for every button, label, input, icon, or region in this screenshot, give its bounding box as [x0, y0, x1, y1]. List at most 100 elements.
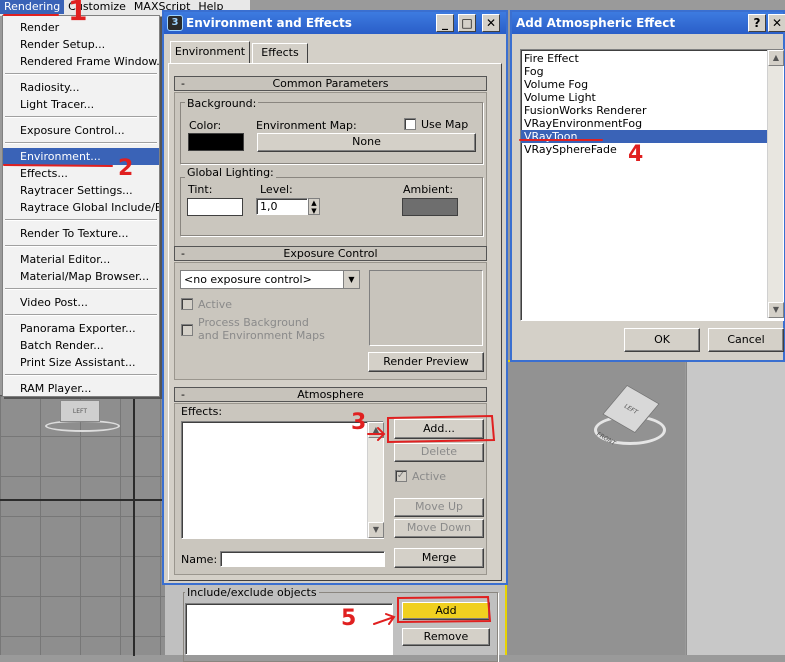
- environment-map-label: Environment Map:: [256, 119, 357, 132]
- atmos-dialog-title: Add Atmospheric Effect: [516, 16, 676, 30]
- scroll-down-icon[interactable]: ▼: [368, 522, 384, 538]
- menu-item-light-tracer[interactable]: Light Tracer...: [3, 96, 159, 113]
- environment-map-button[interactable]: None: [257, 133, 476, 152]
- menu-separator: [5, 219, 157, 221]
- menu-item-material-editor[interactable]: Material Editor...: [3, 251, 159, 268]
- menu-item-render-to-texture[interactable]: Render To Texture...: [3, 225, 159, 242]
- menu-separator: [5, 142, 157, 144]
- atmosphere-effects-list[interactable]: [181, 421, 384, 539]
- process-background-checkbox[interactable]: [181, 324, 193, 336]
- menu-separator: [5, 288, 157, 290]
- include-exclude-panel: Include/exclude objects Add Remove: [165, 585, 505, 662]
- exposure-active-checkbox[interactable]: [181, 298, 193, 310]
- ambient-color-swatch[interactable]: [402, 198, 458, 216]
- process-background-label-2: and Environment Maps: [198, 329, 325, 342]
- atmospheric-effects-list[interactable]: Fire Effect Fog Volume Fog Volume Light …: [520, 49, 784, 321]
- annotation-step-3: 3: [351, 410, 367, 435]
- list-item-selected[interactable]: VRayToon: [521, 130, 767, 143]
- menu-item-ram-player[interactable]: RAM Player...: [3, 380, 159, 397]
- close-icon[interactable]: ✕: [482, 14, 500, 32]
- minimize-icon[interactable]: _: [436, 14, 454, 32]
- env-window-title: Environment and Effects: [186, 16, 352, 30]
- effects-list-scrollbar[interactable]: ▲ ▼: [367, 422, 384, 538]
- menu-item-render-setup[interactable]: Render Setup...: [3, 36, 159, 53]
- menu-item-raytrace-global[interactable]: Raytrace Global Include/Excl: [3, 199, 159, 216]
- ok-button[interactable]: OK: [624, 328, 700, 352]
- maximize-icon[interactable]: □: [458, 14, 476, 32]
- menu-item-effects[interactable]: Effects...: [3, 165, 159, 182]
- list-item[interactable]: VRayEnvironmentFog: [521, 117, 767, 130]
- list-item[interactable]: VRaySphereFade: [521, 143, 767, 156]
- tab-effects[interactable]: Effects: [252, 43, 308, 63]
- rollout-exposure-control[interactable]: - Exposure Control: [174, 246, 487, 261]
- menu-item-rendered-frame-window[interactable]: Rendered Frame Window...: [3, 53, 159, 70]
- help-icon[interactable]: ?: [748, 14, 766, 32]
- exposure-preview-area: [369, 270, 483, 346]
- tab-environment[interactable]: Environment: [170, 41, 250, 63]
- cancel-button[interactable]: Cancel: [708, 328, 784, 352]
- menu-item-radiosity[interactable]: Radiosity...: [3, 79, 159, 96]
- rollout-common-parameters[interactable]: - Common Parameters: [174, 76, 487, 91]
- list-item[interactable]: Volume Fog: [521, 78, 767, 91]
- list-item[interactable]: FusionWorks Renderer: [521, 104, 767, 117]
- menu-item-print-size-assistant[interactable]: Print Size Assistant...: [3, 354, 159, 371]
- annotation-step-2: 2: [118, 156, 134, 181]
- menu-item-material-map-browser[interactable]: Material/Map Browser...: [3, 268, 159, 285]
- environment-effects-window: 3 Environment and Effects _ □ ✕ Environm…: [162, 10, 508, 585]
- merge-button[interactable]: Merge: [394, 548, 484, 568]
- tint-color-swatch[interactable]: [187, 198, 243, 216]
- annotation-step-4: 4: [628, 142, 644, 167]
- rollout-title-text: Exposure Control: [283, 247, 378, 260]
- menu-separator: [5, 374, 157, 376]
- list-item[interactable]: Fog: [521, 65, 767, 78]
- list-item[interactable]: Fire Effect: [521, 52, 767, 65]
- atmos-list-scrollbar[interactable]: ▲ ▼: [767, 50, 784, 318]
- rollout-atmosphere[interactable]: - Atmosphere: [174, 387, 487, 402]
- effect-name-input[interactable]: [220, 551, 385, 567]
- move-down-button[interactable]: Move Down: [394, 519, 484, 538]
- menu-separator: [5, 245, 157, 247]
- render-preview-button[interactable]: Render Preview: [368, 352, 484, 372]
- name-label: Name:: [181, 553, 218, 566]
- viewcube-left[interactable]: LEFT: [60, 400, 100, 422]
- rollout-title-text: Common Parameters: [272, 77, 389, 90]
- env-titlebar[interactable]: 3 Environment and Effects _ □ ✕: [164, 12, 506, 34]
- menu-item-panorama-exporter[interactable]: Panorama Exporter...: [3, 320, 159, 337]
- menu-rendering[interactable]: Rendering: [0, 0, 65, 14]
- viewport-left[interactable]: [0, 395, 165, 656]
- menu-separator: [5, 314, 157, 316]
- exposure-select-value: <no exposure control>: [184, 273, 312, 286]
- effects-label: Effects:: [181, 405, 223, 418]
- atmosphere-add-button[interactable]: Add...: [394, 419, 484, 439]
- menu-item-video-post[interactable]: Video Post...: [3, 294, 159, 311]
- annotation-step-5: 5: [341, 606, 357, 631]
- menu-separator: [5, 73, 157, 75]
- exposure-control-select[interactable]: <no exposure control> ▼: [180, 270, 360, 289]
- level-spinner-arrows-icon[interactable]: ▲ ▼: [308, 198, 320, 215]
- exposure-active-label: Active: [198, 298, 233, 311]
- menu-item-exposure-control[interactable]: Exposure Control...: [3, 122, 159, 139]
- use-map-label: Use Map: [421, 118, 469, 131]
- scroll-up-icon[interactable]: ▲: [768, 50, 784, 66]
- level-label: Level:: [260, 183, 293, 196]
- scroll-up-icon[interactable]: ▲: [368, 422, 384, 438]
- atmosphere-delete-button[interactable]: Delete: [394, 443, 484, 462]
- atmosphere-active-label: Active: [412, 470, 447, 483]
- list-item[interactable]: Volume Light: [521, 91, 767, 104]
- use-map-checkbox[interactable]: [404, 118, 416, 130]
- background-color-swatch[interactable]: [188, 133, 244, 151]
- menu-item-environment[interactable]: Environment...: [3, 148, 159, 165]
- atmosphere-active-checkbox[interactable]: ✓: [395, 470, 407, 482]
- atmos-titlebar[interactable]: Add Atmospheric Effect ? ✕: [512, 12, 785, 34]
- close-icon[interactable]: ✕: [768, 14, 785, 32]
- include-exclude-add-button[interactable]: Add: [402, 602, 490, 620]
- include-exclude-remove-button[interactable]: Remove: [402, 628, 490, 646]
- menu-item-batch-render[interactable]: Batch Render...: [3, 337, 159, 354]
- menu-item-raytracer-settings[interactable]: Raytracer Settings...: [3, 182, 159, 199]
- scroll-down-icon[interactable]: ▼: [768, 302, 784, 318]
- chevron-down-icon[interactable]: ▼: [343, 271, 359, 288]
- move-up-button[interactable]: Move Up: [394, 498, 484, 517]
- level-spinner-input[interactable]: 1,0: [256, 198, 308, 215]
- include-exclude-list[interactable]: [185, 603, 393, 655]
- color-label: Color:: [189, 119, 222, 132]
